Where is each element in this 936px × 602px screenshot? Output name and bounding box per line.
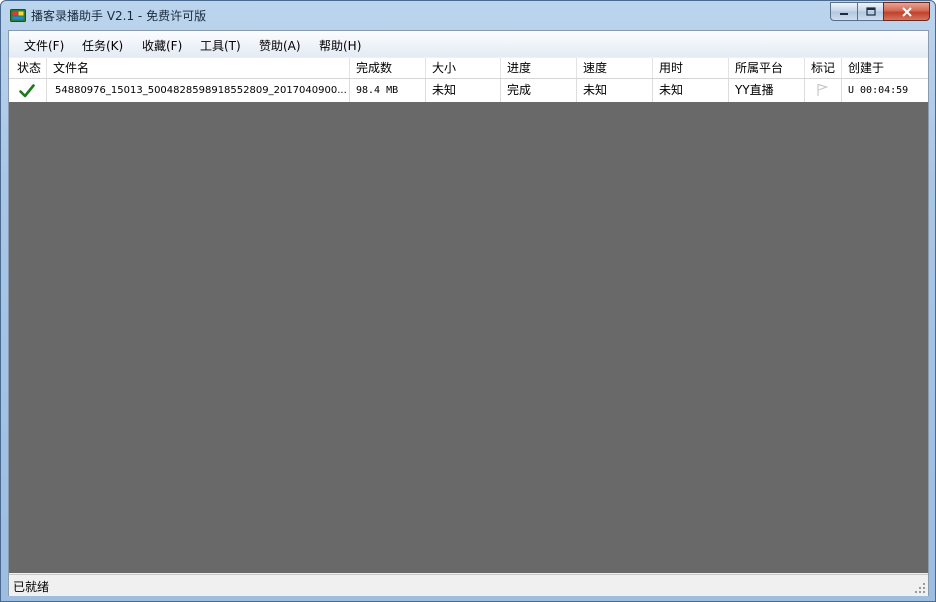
- progress-cell: 完成: [501, 79, 577, 102]
- app-window: 播客录播助手 V2.1 - 免费许可版 文件(F) 任务(K) 收藏(F) 工具…: [0, 0, 936, 602]
- task-list[interactable]: 状态 文件名 完成数 大小 进度 速度 用时 所属平台 标记 创建于 54880…: [9, 58, 928, 573]
- menu-sponsor[interactable]: 赞助(A): [259, 37, 301, 54]
- resize-grip-icon[interactable]: [914, 582, 926, 594]
- menu-tools[interactable]: 工具(T): [200, 37, 241, 54]
- list-header: 状态 文件名 完成数 大小 进度 速度 用时 所属平台 标记 创建于: [9, 58, 928, 79]
- speed-cell: 未知: [577, 79, 653, 102]
- mark-cell[interactable]: [805, 79, 842, 102]
- status-cell: [9, 79, 47, 102]
- column-header-status[interactable]: 状态: [9, 58, 47, 78]
- column-header-elapsed[interactable]: 用时: [653, 58, 729, 78]
- close-icon: [901, 6, 912, 17]
- status-text: 已就绪: [13, 580, 50, 594]
- menu-bar: 文件(F) 任务(K) 收藏(F) 工具(T) 赞助(A) 帮助(H): [9, 31, 928, 57]
- column-header-progress[interactable]: 进度: [501, 58, 577, 78]
- table-row[interactable]: 54880976_15013_5004828598918552809_20170…: [9, 79, 928, 102]
- check-icon: [19, 84, 35, 98]
- client-area: 文件(F) 任务(K) 收藏(F) 工具(T) 赞助(A) 帮助(H) 状态 文…: [8, 30, 929, 596]
- menu-task[interactable]: 任务(K): [82, 37, 123, 54]
- minimize-icon: [840, 12, 848, 15]
- maximize-button[interactable]: [857, 2, 883, 21]
- menu-favorites[interactable]: 收藏(F): [142, 37, 182, 54]
- created-cell: U 00:04:59: [848, 85, 909, 96]
- size-cell: 未知: [426, 79, 501, 102]
- menu-file[interactable]: 文件(F): [24, 37, 64, 54]
- column-header-speed[interactable]: 速度: [577, 58, 653, 78]
- caption-buttons: [830, 2, 930, 21]
- app-icon: [10, 9, 26, 22]
- column-header-completed[interactable]: 完成数: [350, 58, 426, 78]
- column-header-filename[interactable]: 文件名: [47, 58, 350, 78]
- maximize-icon: [865, 6, 876, 16]
- title-bar[interactable]: 播客录播助手 V2.1 - 免费许可版: [1, 1, 935, 29]
- platform-cell: YY直播: [729, 79, 805, 102]
- column-header-platform[interactable]: 所属平台: [729, 58, 805, 78]
- elapsed-cell: 未知: [653, 79, 729, 102]
- menu-help[interactable]: 帮助(H): [319, 37, 361, 54]
- minimize-button[interactable]: [830, 2, 857, 21]
- filename-cell: 54880976_15013_5004828598918552809_20170…: [47, 79, 350, 102]
- close-button[interactable]: [883, 2, 930, 21]
- status-bar: 已就绪: [9, 574, 928, 596]
- flag-icon: [817, 83, 829, 96]
- completed-cell: 98.4 MB: [350, 79, 426, 102]
- column-header-mark[interactable]: 标记: [805, 58, 842, 78]
- window-title: 播客录播助手 V2.1 - 免费许可版: [31, 9, 207, 23]
- column-header-size[interactable]: 大小: [426, 58, 501, 78]
- column-header-created[interactable]: 创建于: [842, 58, 928, 78]
